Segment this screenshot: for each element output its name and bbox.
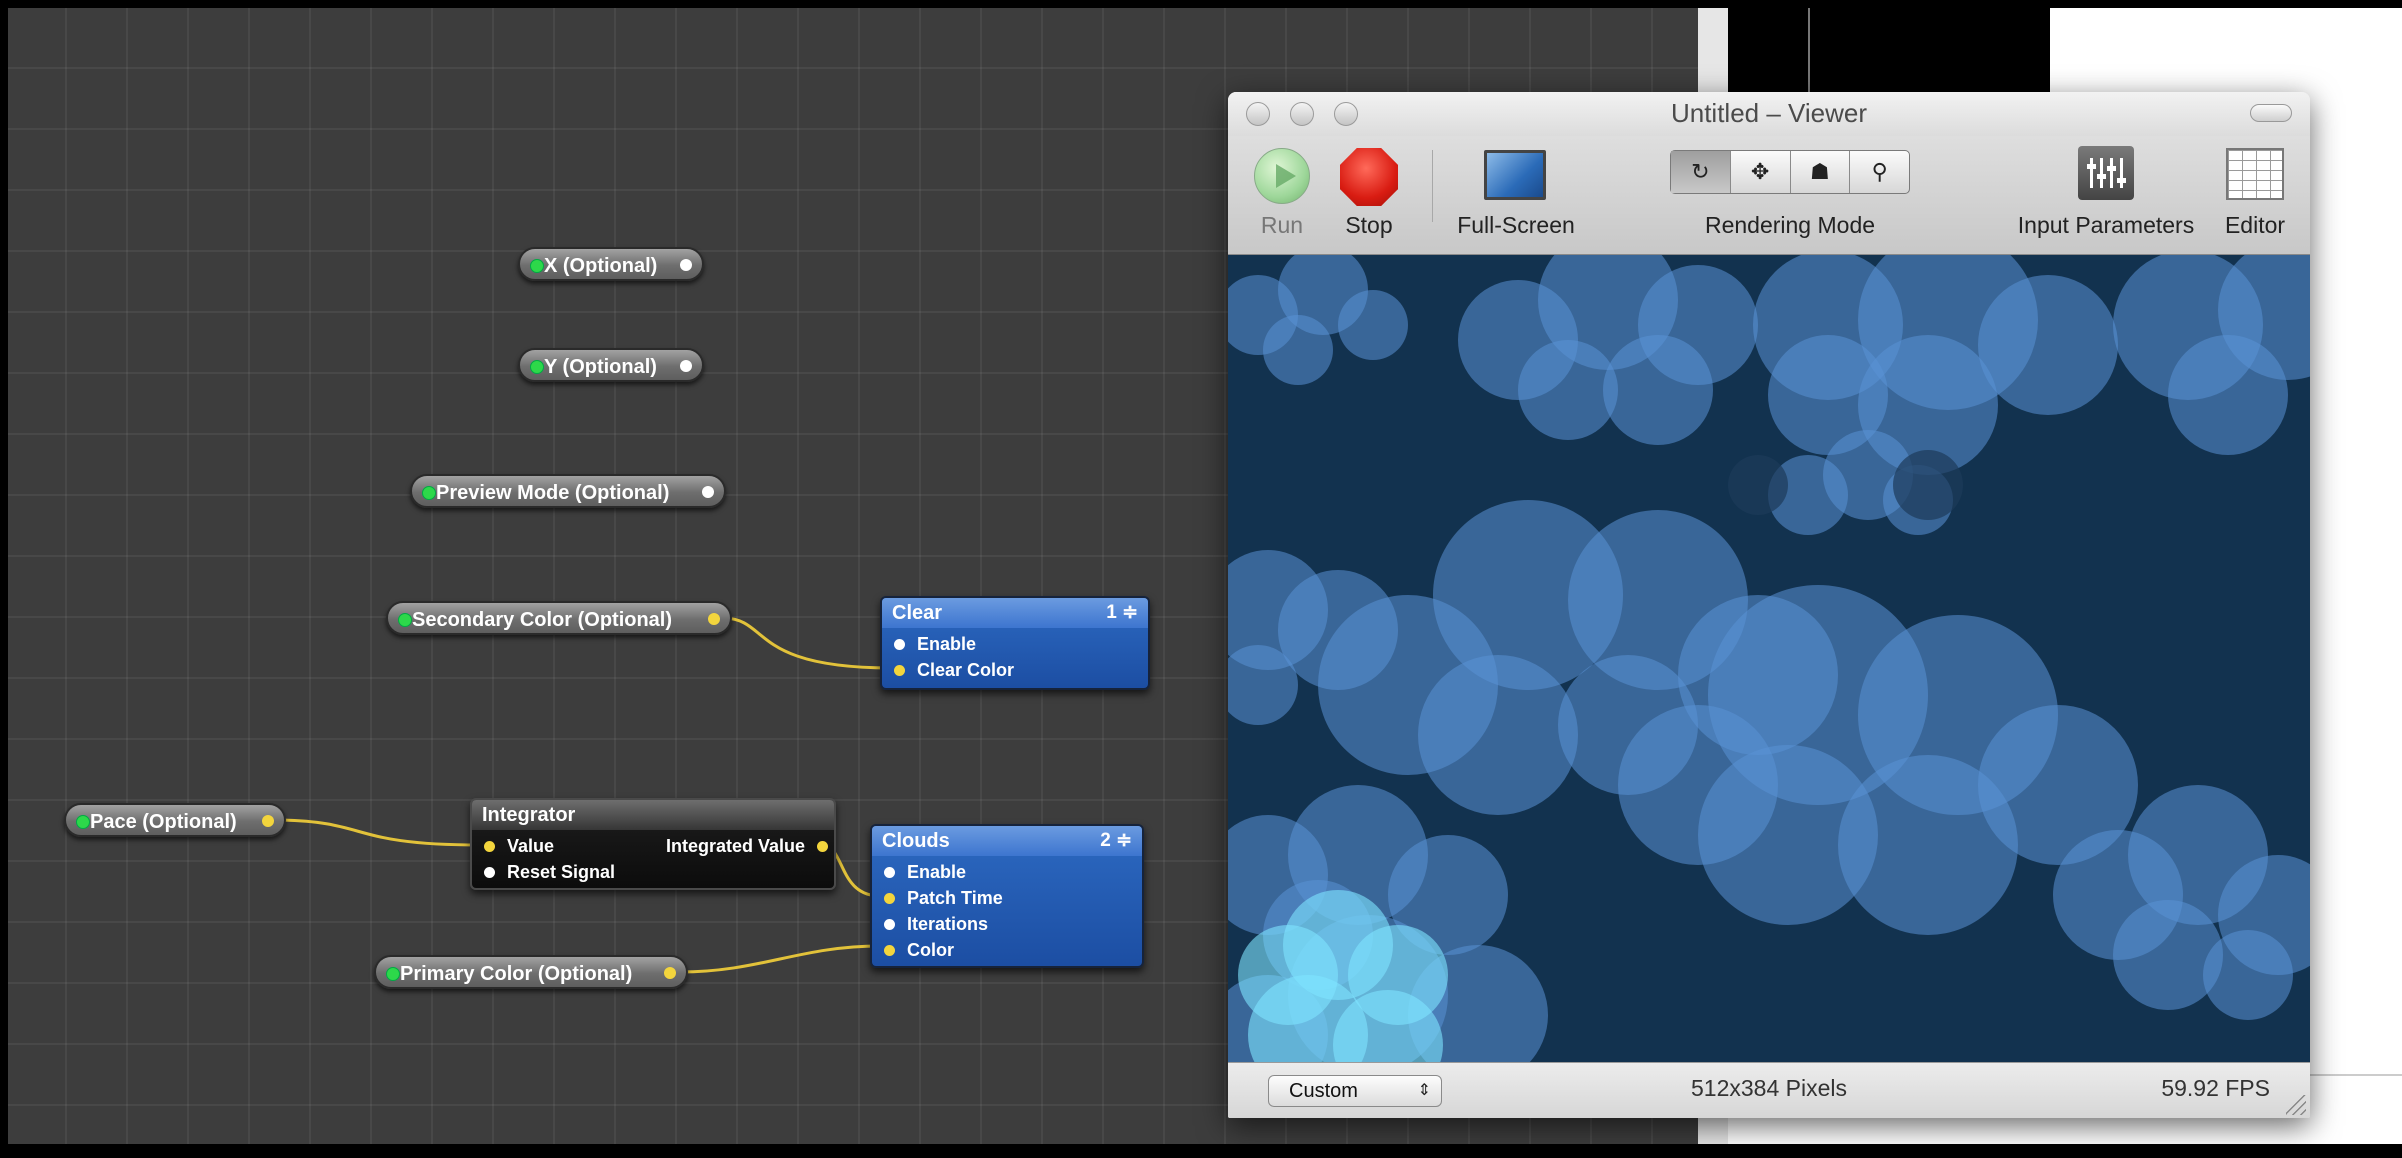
- port-label: Color: [907, 940, 954, 960]
- wire-pace-to-integrator-value: [281, 818, 481, 847]
- input-x-in-port[interactable]: [530, 259, 544, 273]
- port-label: Enable: [907, 862, 967, 882]
- input-primary-color-out-port[interactable]: [664, 967, 676, 979]
- bug-icon[interactable]: ☗: [1791, 151, 1851, 193]
- port-dot[interactable]: [884, 945, 895, 956]
- patch-clear-port-enable[interactable]: Enable: [894, 632, 976, 656]
- pixel-size-readout: 512x384 Pixels: [1691, 1075, 1847, 1101]
- input-preview-mode-out-port[interactable]: [702, 486, 714, 498]
- input-primary-color-in-port[interactable]: [386, 967, 400, 981]
- play-icon: [1276, 164, 1296, 188]
- clouds-render: [1228, 255, 2310, 1062]
- stop-button[interactable]: [1340, 148, 1398, 206]
- fps-readout: 59.92 FPS: [2161, 1075, 2270, 1101]
- port-dot[interactable]: [884, 893, 895, 904]
- input-y-out-port[interactable]: [680, 360, 692, 372]
- input-secondary-color-label: Secondary Color (Optional): [412, 609, 673, 631]
- input-pace-out-port[interactable]: [262, 815, 274, 827]
- viewer-toolbar: Run Stop Full-Screen ↻ ✥ ☗ ⚲ Rendering M…: [1228, 136, 2310, 255]
- input-secondary-color-out-port[interactable]: [708, 613, 720, 625]
- patch-integrator-title: Integrator: [472, 800, 834, 830]
- input-primary-color-label: Primary Color (Optional): [400, 963, 633, 985]
- patch-integrator[interactable]: Integrator Value Reset Signal Integrated…: [470, 798, 836, 890]
- patch-clear-order[interactable]: 1 ≑: [1106, 598, 1138, 628]
- rotate-icon[interactable]: ↻: [1671, 151, 1731, 193]
- input-secondary-color[interactable]: Secondary Color (Optional): [386, 601, 732, 635]
- port-label: Value: [507, 836, 555, 856]
- patch-integrator-port-integrated-value[interactable]: Integrated Value: [666, 834, 828, 858]
- input-x[interactable]: X (Optional): [518, 247, 704, 281]
- port-dot[interactable]: [484, 867, 495, 878]
- input-pace-in-port[interactable]: [76, 815, 90, 829]
- port-label: Clear Color: [917, 660, 1015, 680]
- input-x-label: X (Optional): [544, 255, 658, 277]
- window-title: Untitled – Viewer: [1670, 98, 1868, 128]
- input-secondary-color-in-port[interactable]: [398, 613, 412, 627]
- fullscreen-button[interactable]: [1484, 150, 1546, 200]
- slider-icon: [2100, 158, 2103, 188]
- port-dot[interactable]: [894, 639, 905, 650]
- port-label: Patch Time: [907, 888, 1003, 908]
- toolbar-toggle-button[interactable]: [2250, 104, 2292, 122]
- slider-icon: [2090, 158, 2093, 188]
- run-label[interactable]: Run: [1252, 212, 1312, 239]
- input-preview-mode-label: Preview Mode (Optional): [436, 482, 670, 504]
- run-button[interactable]: [1254, 148, 1310, 204]
- slider-knob: [2117, 178, 2126, 183]
- viewer-titlebar[interactable]: Untitled – Viewer: [1228, 92, 2310, 136]
- patch-integrator-port-reset-signal[interactable]: Reset Signal: [484, 860, 615, 884]
- input-y-label: Y (Optional): [544, 356, 657, 378]
- port-dot[interactable]: [884, 919, 895, 930]
- magnify-icon[interactable]: ⚲: [1850, 151, 1909, 193]
- editor-grid-icon[interactable]: [2226, 148, 2284, 200]
- input-primary-color[interactable]: Primary Color (Optional): [374, 955, 688, 989]
- port-dot[interactable]: [884, 867, 895, 878]
- editor-label[interactable]: Editor: [2218, 212, 2292, 239]
- port-label: Iterations: [907, 914, 989, 934]
- toolbar-separator: [1432, 150, 1433, 222]
- slider-icon: [2110, 158, 2113, 188]
- rendering-mode-control[interactable]: ↻ ✥ ☗ ⚲: [1670, 150, 1910, 194]
- wire-secondary-color-to-clear-color: [724, 616, 893, 670]
- render-area[interactable]: [1228, 255, 2310, 1062]
- fullscreen-label[interactable]: Full-Screen: [1452, 212, 1580, 239]
- port-dot[interactable]: [817, 841, 828, 852]
- patch-clouds-port-iterations[interactable]: Iterations: [884, 912, 988, 936]
- stop-label[interactable]: Stop: [1336, 212, 1402, 239]
- input-preview-mode-in-port[interactable]: [422, 486, 436, 500]
- slider-knob: [2097, 174, 2106, 179]
- slider-icon: [2120, 158, 2123, 188]
- input-pace[interactable]: Pace (Optional): [64, 803, 286, 837]
- input-x-out-port[interactable]: [680, 259, 692, 271]
- input-y[interactable]: Y (Optional): [518, 348, 704, 382]
- patch-clear-port-clear-color[interactable]: Clear Color: [894, 658, 1014, 682]
- port-label: Integrated Value: [665, 836, 805, 856]
- slider-knob: [2087, 164, 2096, 169]
- input-preview-mode[interactable]: Preview Mode (Optional): [410, 474, 726, 508]
- patch-clear[interactable]: Clear 1 ≑ Enable Clear Color: [880, 596, 1150, 690]
- input-pace-label: Pace (Optional): [90, 811, 237, 833]
- move-icon[interactable]: ✥: [1731, 151, 1791, 193]
- patch-clouds-port-color[interactable]: Color: [884, 938, 954, 962]
- port-label: Reset Signal: [507, 862, 616, 882]
- viewer-statusbar: Custom ⇕ 512x384 Pixels 59.92 FPS: [1228, 1062, 2310, 1118]
- port-dot[interactable]: [894, 665, 905, 676]
- input-parameters-button[interactable]: [2078, 146, 2134, 200]
- wire-primary-color-to-clouds-color: [679, 944, 881, 974]
- viewer-window: Untitled – Viewer Run Stop Full-Screen ↻…: [1228, 92, 2310, 1118]
- rendering-mode-label: Rendering Mode: [1704, 212, 1876, 238]
- input-y-in-port[interactable]: [530, 360, 544, 374]
- input-parameters-label[interactable]: Input Parameters: [2008, 212, 2204, 239]
- resize-grip-icon[interactable]: [2286, 1095, 2306, 1115]
- patch-clouds-order[interactable]: 2 ≑: [1100, 826, 1132, 856]
- patch-clouds-port-enable[interactable]: Enable: [884, 860, 966, 884]
- patch-integrator-port-value[interactable]: Value: [484, 834, 554, 858]
- patch-clouds[interactable]: Clouds 2 ≑ Enable Patch Time Iterations …: [870, 824, 1144, 968]
- port-label: Enable: [917, 634, 977, 654]
- patch-clouds-port-patch-time[interactable]: Patch Time: [884, 886, 1003, 910]
- slider-knob: [2107, 166, 2116, 171]
- port-dot[interactable]: [484, 841, 495, 852]
